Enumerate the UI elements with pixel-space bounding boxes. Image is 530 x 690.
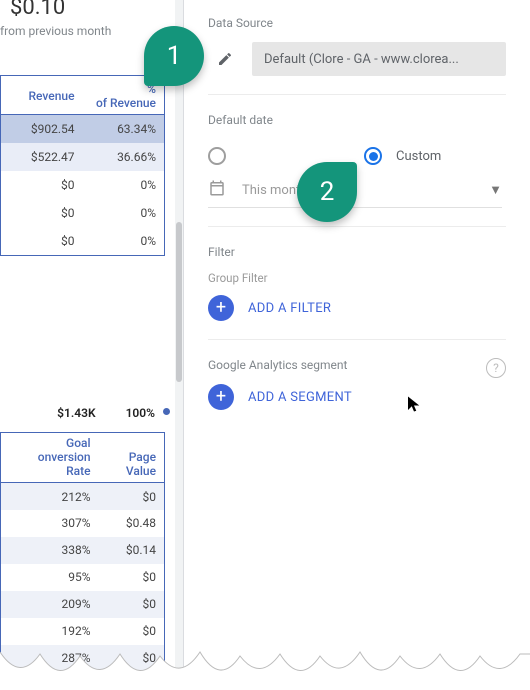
- table-row[interactable]: 212%$0: [1, 483, 164, 510]
- plus-icon: +: [208, 384, 234, 410]
- add-segment-button[interactable]: + ADD A SEGMENT: [208, 384, 506, 410]
- table-row[interactable]: 209%$0: [1, 591, 164, 618]
- col-page-value[interactable]: PageValue: [99, 433, 164, 483]
- col-goal-rate[interactable]: Goal onversion Rate: [1, 433, 99, 483]
- radio-custom[interactable]: [364, 147, 382, 165]
- data-source-chip[interactable]: Default (Clore - GA - www.clorea...: [252, 42, 506, 76]
- totals-row: $1.43K 100%: [0, 398, 165, 428]
- metric-subtext: from previous month: [0, 24, 111, 38]
- pencil-icon: [217, 51, 233, 67]
- section-data-source: Data Source Default (Clore - GA - www.cl…: [208, 16, 506, 95]
- add-filter-label: ADD A FILTER: [248, 301, 331, 316]
- table-row[interactable]: $00%: [1, 199, 164, 227]
- caret-down-icon: ▼: [489, 182, 502, 198]
- section-filter: Filter Group Filter + ADD A FILTER: [208, 245, 506, 340]
- col-revenue[interactable]: Revenue: [1, 76, 83, 115]
- table-row[interactable]: 95%$0: [1, 564, 164, 591]
- table-row[interactable]: 287%$0: [1, 645, 164, 672]
- revenue-table[interactable]: Revenue % of Revenue $902.5463.34% $522.…: [0, 75, 165, 256]
- metric-value: $0.10: [10, 0, 65, 20]
- table-row[interactable]: $522.4736.66%: [1, 143, 164, 171]
- annotation-callout-2: 2: [297, 162, 357, 222]
- segment-label: Google Analytics segment: [208, 358, 506, 372]
- date-range-label: Default date: [208, 113, 506, 127]
- table-row[interactable]: $00%: [1, 227, 164, 255]
- properties-panel: Data Source Default (Clore - GA - www.cl…: [183, 0, 530, 690]
- report-canvas: $0.10 from previous month Revenue % of R…: [0, 0, 175, 690]
- cursor-icon: [405, 395, 423, 417]
- table-row[interactable]: 192%$0: [1, 618, 164, 645]
- radio-custom-label: Custom: [396, 149, 441, 164]
- scrollbar-thumb[interactable]: [176, 222, 182, 382]
- total-revenue: $1.43K: [57, 406, 95, 420]
- annotation-callout-1: 1: [144, 26, 204, 86]
- add-filter-button[interactable]: + ADD A FILTER: [208, 295, 506, 321]
- table-row[interactable]: 307%$0.48: [1, 510, 164, 537]
- calendar-icon: [208, 179, 228, 201]
- table-row[interactable]: $902.5463.34%: [1, 115, 164, 143]
- total-pct: 100%: [126, 406, 155, 420]
- plus-icon: +: [208, 295, 234, 321]
- table-row[interactable]: 338%$0.14: [1, 537, 164, 564]
- filter-label: Filter: [208, 245, 506, 259]
- section-segment: ? Google Analytics segment + ADD A SEGME…: [208, 358, 506, 428]
- radio-auto[interactable]: [208, 147, 226, 165]
- help-icon[interactable]: ?: [486, 358, 506, 378]
- group-filter-label: Group Filter: [208, 271, 506, 285]
- selection-handle[interactable]: [163, 408, 170, 415]
- add-segment-label: ADD A SEGMENT: [248, 390, 352, 405]
- table-row[interactable]: $00%: [1, 171, 164, 199]
- data-source-label: Data Source: [208, 16, 506, 30]
- edit-data-source-button[interactable]: [208, 42, 242, 76]
- conversion-table[interactable]: Goal onversion Rate PageValue 212%$0 307…: [0, 432, 165, 673]
- section-date-range: Default date Custom This month ▼: [208, 113, 506, 227]
